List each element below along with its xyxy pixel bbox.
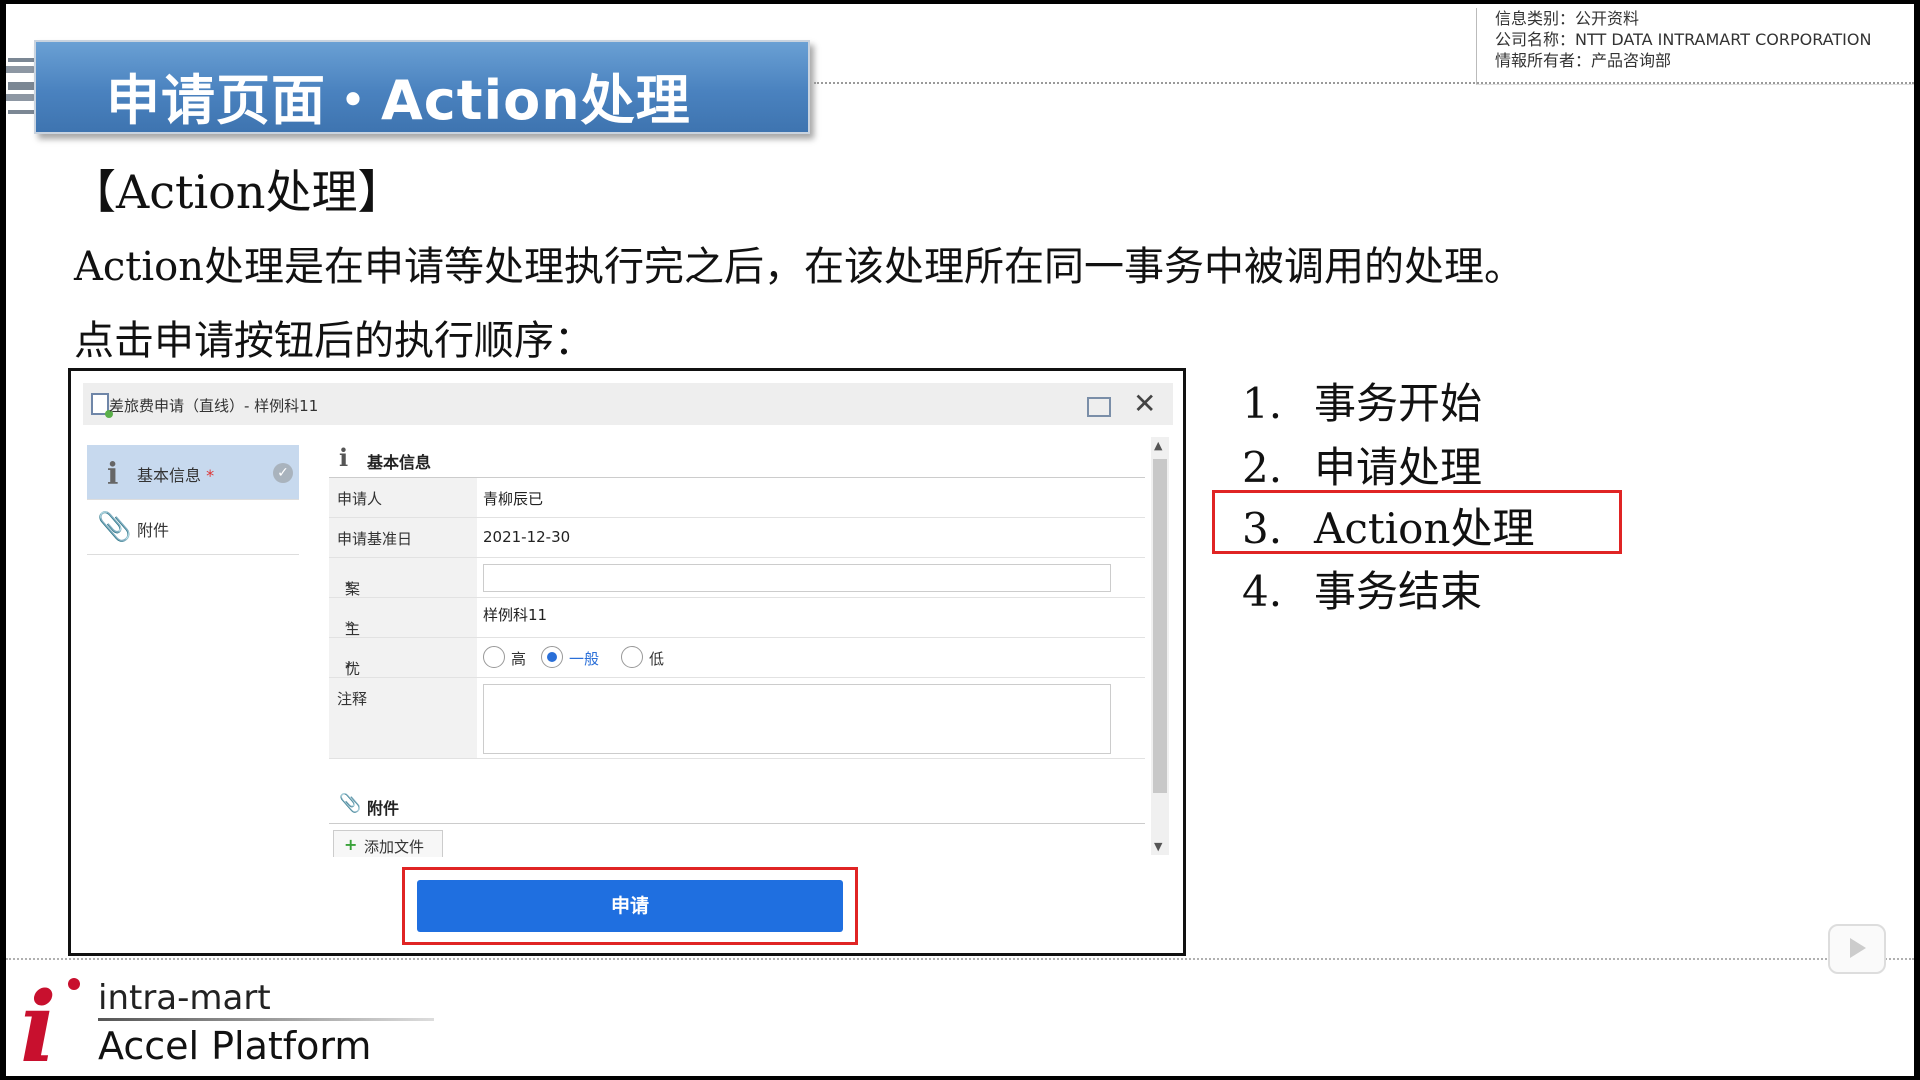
step-text: 事务结束	[1314, 567, 1483, 616]
sidenav-item-attachment[interactable]: 📎 附件	[87, 500, 299, 555]
section-title: 【Action处理】	[70, 165, 404, 219]
scroll-down-icon[interactable]: ▼	[1154, 840, 1162, 853]
logo-text-top: intra-mart	[98, 978, 271, 1018]
document-icon	[91, 393, 113, 418]
dialog-titlebar: 差旅费申请（直线）- 样例科11 ✕	[83, 383, 1173, 425]
add-file-label: 添加文件	[364, 838, 425, 856]
required-mark: *	[345, 618, 353, 636]
sidenav-label-basic-info: 基本信息	[137, 466, 202, 485]
title-banner: 申请页面・Action处理	[34, 40, 810, 134]
step-text: 事务开始	[1314, 379, 1483, 428]
form-scrollbar[interactable]: ▲ ▼	[1151, 437, 1169, 855]
step-number: 1.	[1242, 379, 1283, 428]
apply-button[interactable]: 申请	[417, 880, 843, 932]
org-value[interactable]: 样例科11	[483, 604, 547, 625]
case-name-input[interactable]	[483, 564, 1111, 592]
step-1: 1. 事务开始	[1242, 370, 1482, 431]
intra-mart-logo-icon: i	[20, 971, 57, 1076]
attachment-heading: 附件	[367, 799, 400, 818]
footer-divider	[6, 958, 1914, 960]
scroll-up-icon[interactable]: ▲	[1154, 439, 1162, 452]
info-icon: i	[339, 443, 349, 472]
paperclip-icon: 📎	[97, 510, 132, 543]
attachment-header: 📎 附件	[329, 783, 1145, 824]
step-number: 2.	[1242, 443, 1283, 492]
applicant-row: 申请人 青柳辰已	[329, 478, 1145, 518]
application-screenshot: 差旅费申请（直线）- 样例科11 ✕ i 基本信息 * ✓ 📎 附件 i 基本信…	[68, 368, 1186, 956]
info-box: 信息类别：公开资料 公司名称：NTT DATA INTRAMART CORPOR…	[1476, 8, 1914, 85]
case-name-row: 案件名 *	[329, 558, 1145, 640]
info-icon: i	[107, 457, 119, 492]
page-title: 申请页面・Action处理	[106, 69, 691, 132]
step-3-highlight	[1212, 490, 1622, 554]
step-number: 4.	[1242, 567, 1283, 616]
required-mark: *	[345, 578, 353, 596]
note-label: 注释	[337, 690, 368, 708]
base-date-row: 申请基准日 2021-12-30	[329, 518, 1145, 558]
add-icon: +	[344, 835, 358, 854]
scroll-thumb[interactable]	[1153, 459, 1167, 793]
slide: 申请页面・Action处理 信息类别：公开资料 公司名称：NTT DATA IN…	[6, 4, 1914, 1076]
dialog-title: 差旅费申请（直线）- 样例科11	[109, 397, 319, 415]
add-file-button[interactable]: + 添加文件	[333, 830, 443, 857]
priority-normal-radio[interactable]	[541, 646, 563, 668]
logo-dot	[68, 978, 80, 990]
note-textarea[interactable]	[483, 684, 1111, 754]
dialog-sidenav: i 基本信息 * ✓ 📎 附件	[87, 445, 299, 555]
expand-icon[interactable]	[1087, 397, 1111, 417]
priority-high-label: 高	[511, 650, 527, 668]
info-line-company: 公司名称：NTT DATA INTRAMART CORPORATION	[1495, 30, 1872, 49]
sidenav-label-attachment: 附件	[137, 521, 170, 540]
logo-text-bottom: Accel Platform	[98, 1024, 372, 1068]
base-date-value: 2021-12-30	[483, 528, 571, 546]
info-line-owner: 情報所有者：产品咨询部	[1495, 51, 1672, 70]
paperclip-icon: 📎	[339, 793, 362, 814]
priority-normal-label: 一般	[569, 650, 600, 668]
close-icon[interactable]: ✕	[1133, 390, 1159, 418]
step-2: 2. 申请处理	[1242, 434, 1482, 495]
priority-row: 优先级 * 高 一般 低	[329, 638, 1145, 720]
required-mark: *	[345, 658, 353, 676]
basic-info-heading: 基本信息	[367, 453, 432, 472]
org-row: 主管组织 * 样例科11	[329, 598, 1145, 701]
description-text: Action处理是在申请等处理执行完之后，在该处理所在同一事务中被调用的处理。	[74, 244, 1524, 290]
step-text: 申请处理	[1314, 443, 1483, 492]
note-row: 注释	[329, 678, 1145, 759]
check-icon: ✓	[273, 463, 293, 483]
applicant-label: 申请人	[337, 490, 383, 508]
info-line-category: 信息类别：公开资料	[1495, 9, 1640, 28]
applicant-value: 青柳辰已	[483, 490, 544, 508]
order-intro-text: 点击申请按钮后的执行顺序：	[74, 318, 594, 364]
sidenav-item-basic-info[interactable]: i 基本信息 * ✓	[87, 445, 299, 500]
priority-low-label: 低	[649, 650, 665, 668]
form-panel: i 基本信息 申请人 青柳辰已 申请基准日 2021-12-30 案件名 * 主…	[329, 437, 1145, 857]
required-mark: *	[206, 466, 215, 485]
logo-underline	[98, 1018, 434, 1021]
priority-high-radio[interactable]	[483, 646, 505, 668]
play-icon[interactable]	[1828, 924, 1886, 974]
apply-button-highlight: 申请	[402, 867, 858, 945]
basic-info-header: i 基本信息	[329, 437, 1145, 478]
step-4: 4. 事务结束	[1242, 558, 1482, 619]
priority-low-radio[interactable]	[621, 646, 643, 668]
base-date-label: 申请基准日	[337, 530, 413, 548]
